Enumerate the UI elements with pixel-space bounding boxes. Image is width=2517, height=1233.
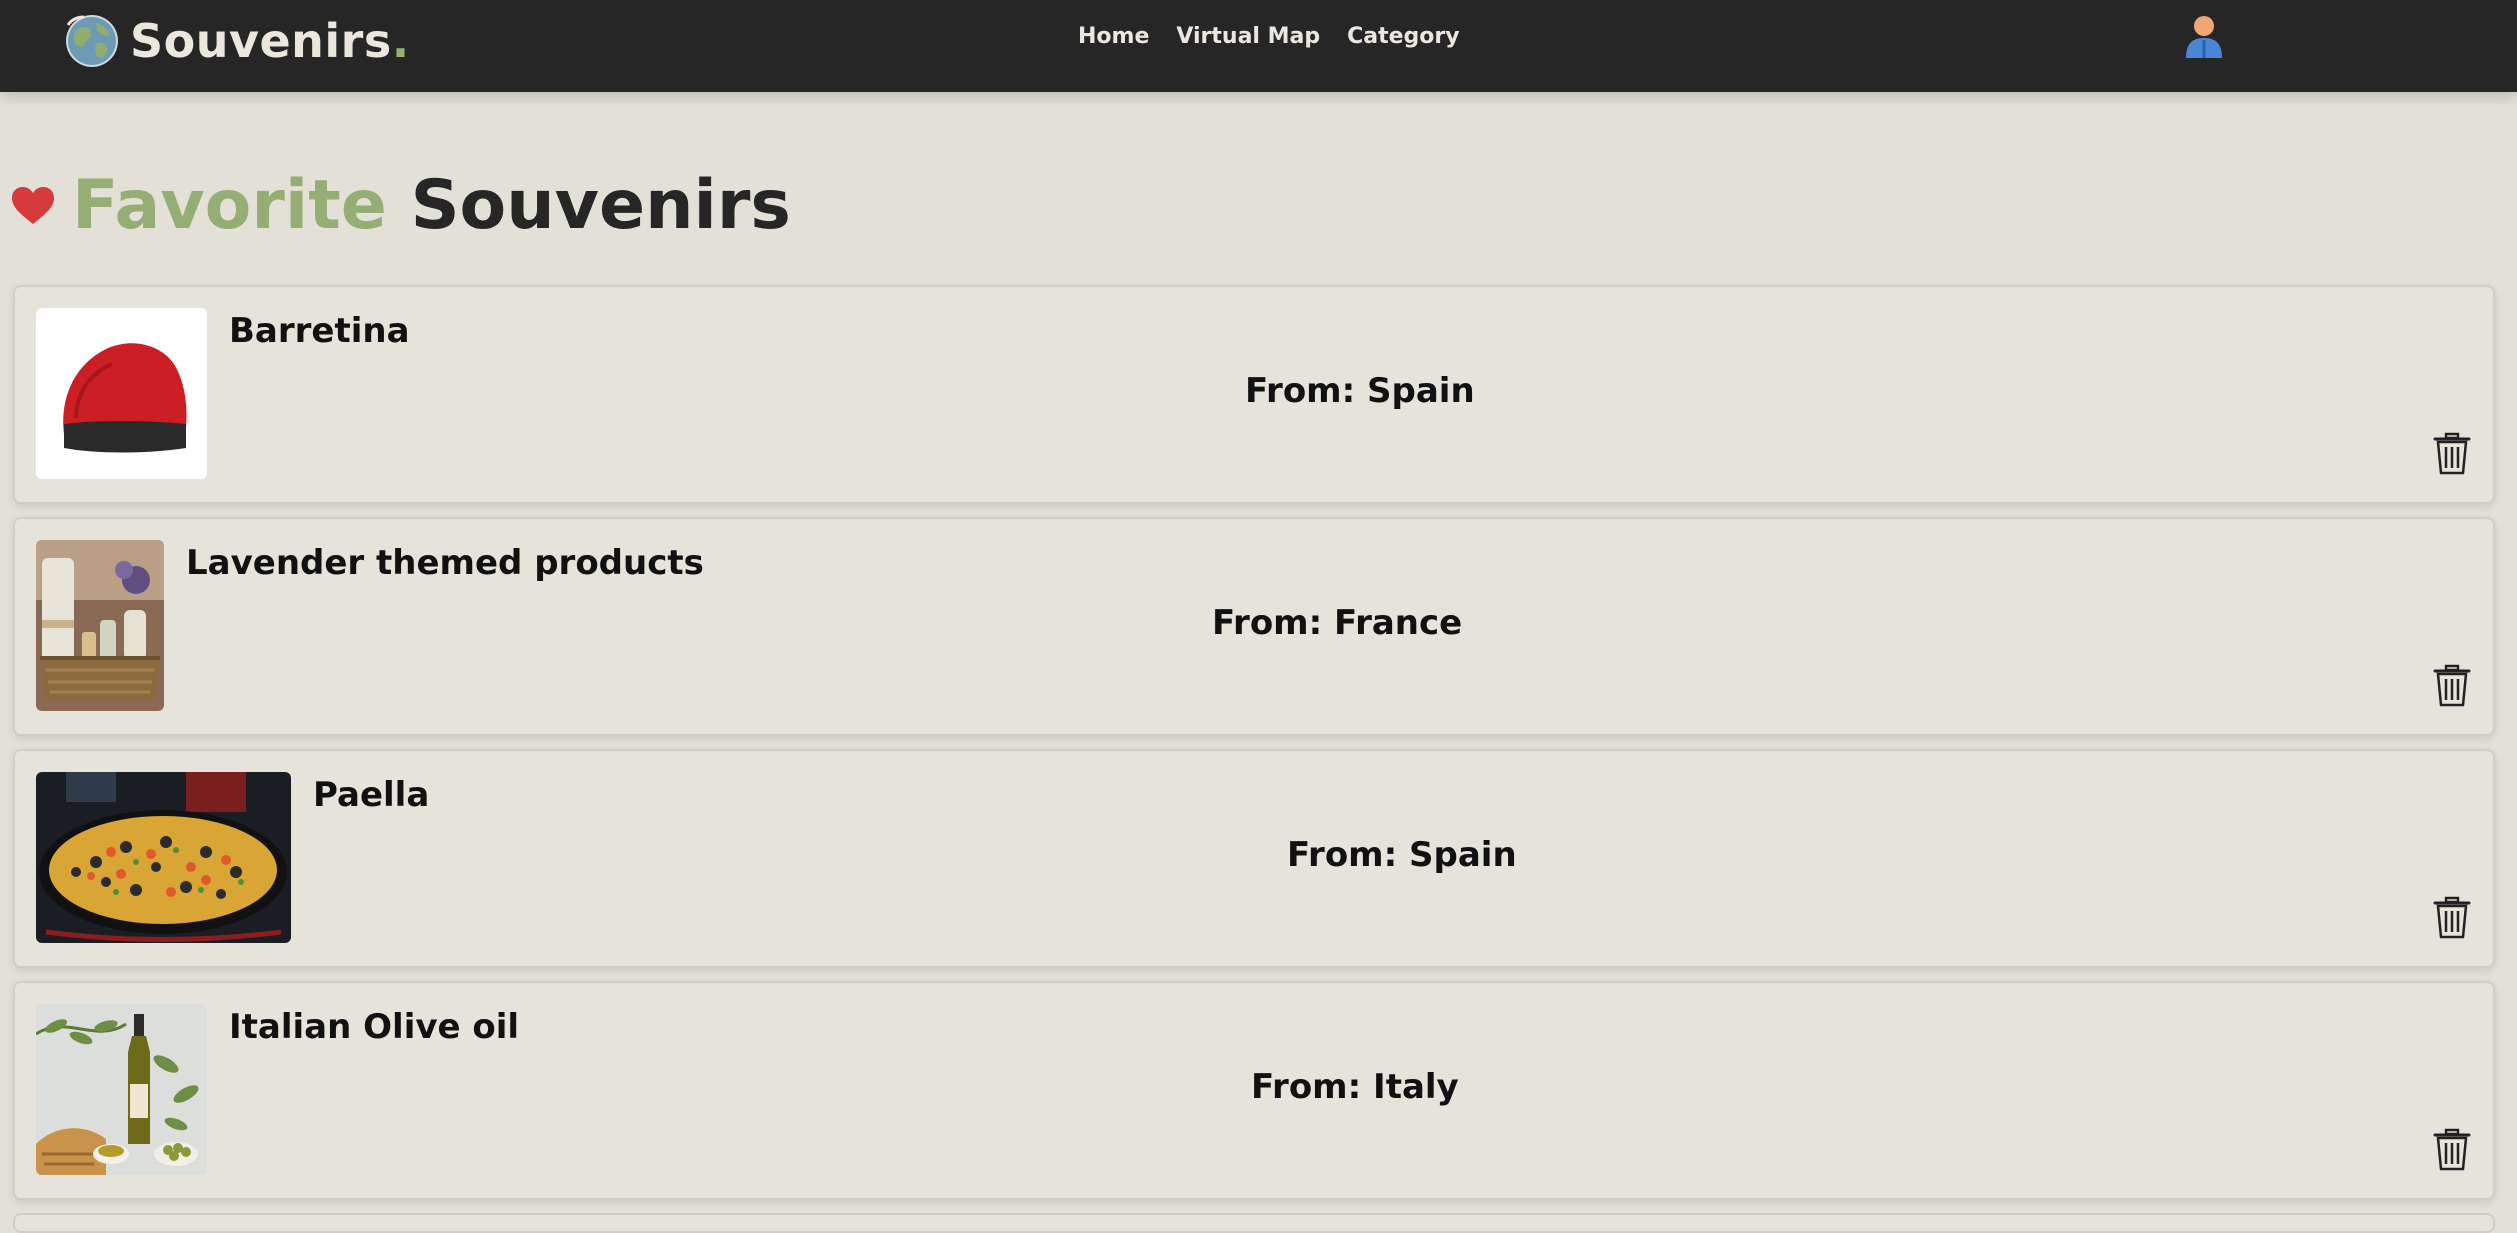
souvenir-image[interactable] <box>36 772 291 943</box>
trash-icon[interactable] <box>2433 430 2471 476</box>
top-navbar: Souvenirs. Home Virtual Map Category <box>0 0 2517 92</box>
trash-icon[interactable] <box>2433 662 2471 708</box>
souvenir-origin: From: Spain <box>1287 835 1517 875</box>
favorite-card: Italian Olive oil From: Italy <box>13 981 2495 1200</box>
nav-virtual-map[interactable]: Virtual Map <box>1176 24 1320 49</box>
favorite-card: Barretina From: Spain <box>13 285 2495 504</box>
trash-icon[interactable] <box>2433 894 2471 940</box>
favorite-card: Lavender themed products From: France <box>13 517 2495 736</box>
page-title: Favorite Souvenirs <box>72 166 791 245</box>
souvenir-origin: From: Spain <box>1245 371 1475 411</box>
brand-name: Souvenirs. <box>130 14 410 68</box>
souvenir-origin: From: Italy <box>1251 1067 1459 1107</box>
page-heading: Favorite Souvenirs <box>10 168 791 244</box>
souvenir-name[interactable]: Lavender themed products <box>186 543 704 583</box>
favorites-list: Barretina From: Spain Lavender themed pr… <box>13 285 2495 1213</box>
nav-category[interactable]: Category <box>1347 24 1459 49</box>
souvenir-image[interactable] <box>36 1004 207 1175</box>
main-nav: Home Virtual Map Category <box>1078 24 1460 49</box>
heart-icon <box>12 187 54 224</box>
souvenir-image[interactable] <box>36 540 164 711</box>
nav-home[interactable]: Home <box>1078 24 1149 49</box>
favorite-card-partial <box>13 1213 2495 1233</box>
souvenir-name[interactable]: Italian Olive oil <box>229 1007 519 1047</box>
user-avatar-icon[interactable] <box>2184 14 2224 60</box>
brand-logo[interactable]: Souvenirs. <box>64 12 410 70</box>
globe-icon <box>66 15 118 67</box>
souvenir-name[interactable]: Paella <box>313 775 429 815</box>
trash-icon[interactable] <box>2433 1126 2471 1172</box>
favorite-card: Paella From: Spain <box>13 749 2495 968</box>
souvenir-origin: From: France <box>1212 603 1463 643</box>
souvenir-name[interactable]: Barretina <box>229 311 410 351</box>
souvenir-image[interactable] <box>36 308 207 479</box>
